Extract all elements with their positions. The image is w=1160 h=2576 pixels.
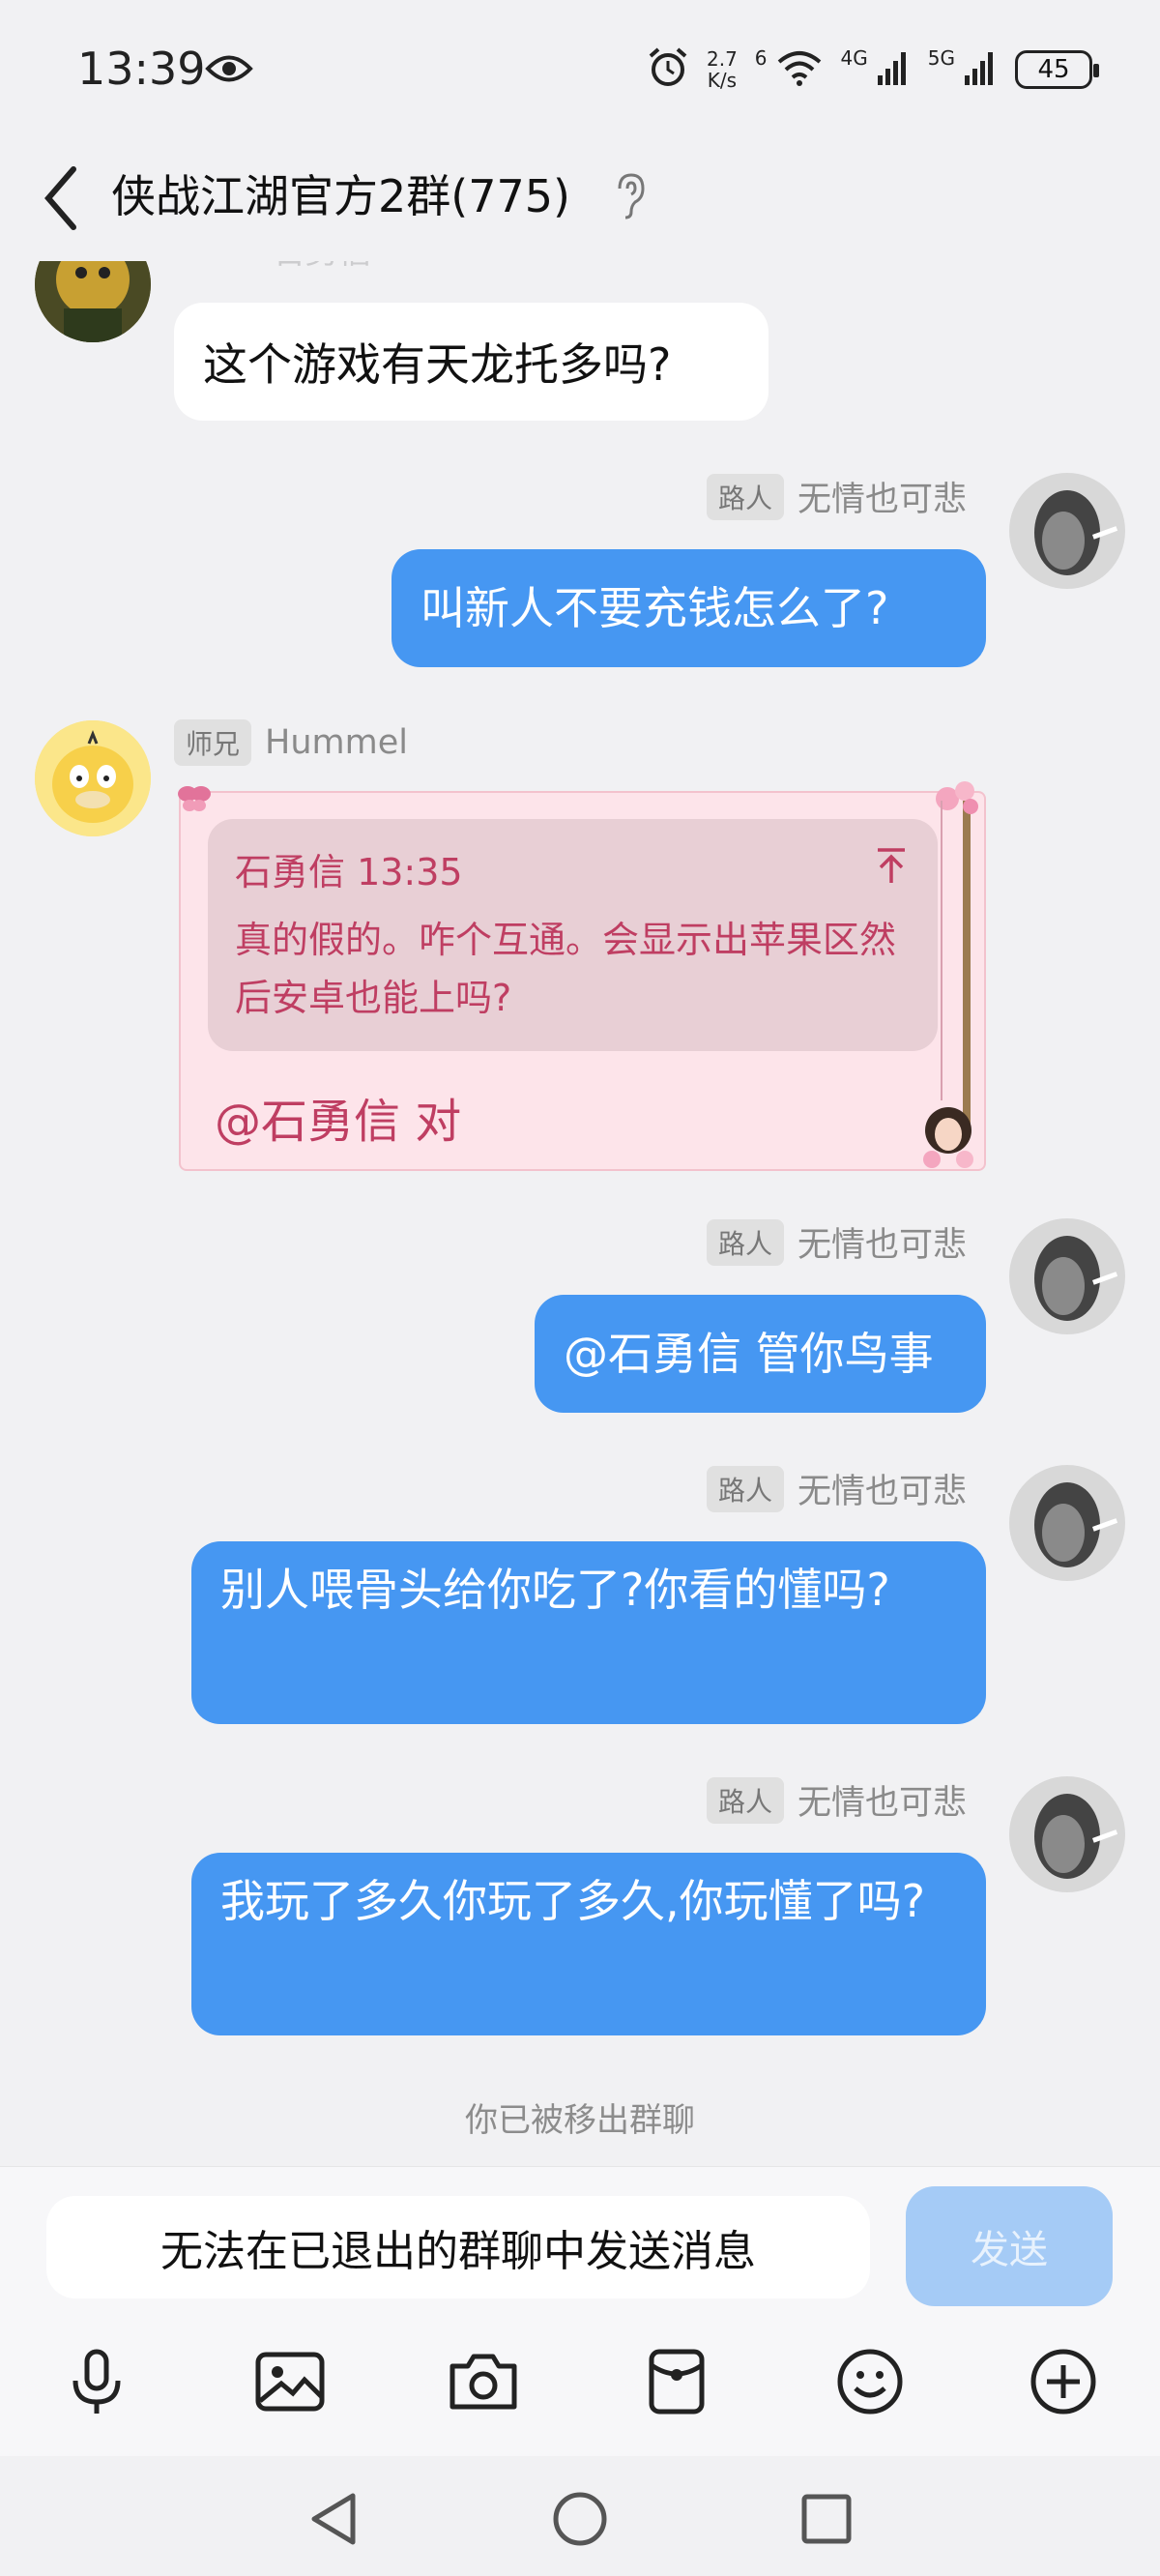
system-note: 你已被移出群聊 (465, 2101, 695, 2140)
message-bubble[interactable]: @石勇信 管你鸟事 (535, 1295, 986, 1413)
back-icon[interactable] (39, 160, 81, 241)
system-nav-bar (0, 2456, 1160, 2576)
member-badge: 路人 (707, 1218, 785, 1266)
avatar-decoration-icon (914, 1098, 982, 1175)
nav-home-icon[interactable] (546, 2485, 614, 2553)
sender-name: 无情也可悲 (798, 1784, 968, 1823)
member-badge: 路人 (707, 1776, 785, 1824)
signal-icon (963, 48, 998, 91)
jump-to-quote-icon[interactable] (874, 846, 909, 889)
sender-header: 师兄 Hummel (174, 719, 408, 766)
avatar[interactable] (1009, 1465, 1125, 1581)
red-packet-icon[interactable] (638, 2343, 715, 2420)
network-label-1: 4G (840, 46, 868, 70)
sender-header: 路人 无情也可悲 (707, 1464, 967, 1513)
avatar[interactable] (1009, 1218, 1125, 1334)
member-badge: 路人 (707, 1465, 785, 1512)
status-bar: 13:39 2.7 K/s 6 4G 5G 45 (0, 0, 1160, 140)
network-label-2: 5G (927, 46, 955, 70)
status-icons: 2.7 K/s 6 4G 5G 45 (647, 43, 1099, 97)
quote-text: 真的假的。咋个互通。会显示出苹果区然后安卓也能上吗? (235, 919, 897, 1019)
avatar[interactable] (35, 720, 151, 836)
ear-icon[interactable] (614, 171, 647, 225)
sender-header: 路人 无情也可悲 (707, 1775, 967, 1825)
sender-name: 无情也可悲 (798, 481, 968, 519)
message-bubble[interactable]: 叫新人不要充钱怎么了? (392, 549, 986, 667)
reply-text: @石勇信 对 (215, 1095, 462, 1149)
member-badge: 路人 (707, 473, 785, 520)
plus-icon[interactable] (1025, 2343, 1102, 2420)
avatar[interactable] (1009, 1776, 1125, 1892)
speed-value: 2.7 (706, 47, 738, 71)
sender-header: 路人 无情也可悲 (707, 1217, 967, 1267)
signal-icon (876, 48, 911, 91)
message-bubble[interactable]: 我玩了多久你玩了多久,你玩懂了吗? (191, 1853, 986, 2035)
sender-name: 无情也可悲 (798, 1226, 968, 1265)
image-icon[interactable] (251, 2343, 329, 2420)
send-button[interactable]: 发送 (906, 2186, 1113, 2306)
wifi-label: 6 (754, 46, 768, 70)
title-bar: 侠战江湖官方2群(775) (0, 140, 1160, 261)
quote-header: 石勇信 13:35 (235, 851, 463, 893)
emoji-icon[interactable] (831, 2343, 909, 2420)
sender-name: Hummel (265, 723, 408, 762)
camera-icon[interactable] (445, 2343, 522, 2420)
butterfly-icon (175, 779, 214, 822)
status-time: 13:39 (77, 43, 206, 95)
sender-name: 无情也可悲 (798, 1473, 968, 1511)
eye-icon (205, 52, 253, 89)
microphone-icon[interactable] (58, 2343, 135, 2420)
battery-indicator: 45 (1015, 50, 1099, 89)
speed-unit: K/s (707, 69, 738, 92)
chat-title: 侠战江湖官方2群(775) (111, 170, 570, 222)
message-bubble[interactable]: 这个游戏有天龙托多吗? (174, 303, 768, 421)
network-speed: 2.7 K/s (707, 48, 738, 91)
message-input[interactable]: 无法在已退出的群聊中发送消息 (46, 2196, 870, 2298)
sender-header: 路人 无情也可悲 (707, 472, 967, 521)
alarm-icon (647, 46, 689, 93)
message-bubble[interactable]: 别人喂骨头给你吃了?你看的懂吗? (191, 1541, 986, 1724)
wifi-icon (775, 48, 824, 91)
member-badge: 师兄 (174, 719, 252, 766)
avatar[interactable] (1009, 473, 1125, 589)
reply-bubble[interactable]: 石勇信 13:35 真的假的。咋个互通。会显示出苹果区然后安卓也能上吗? @石勇… (178, 781, 986, 1171)
input-area: 无法在已退出的群聊中发送消息 发送 (0, 2166, 1160, 2456)
toolbar (0, 2322, 1160, 2438)
nav-recents-icon[interactable] (793, 2485, 860, 2553)
quoted-message[interactable]: 石勇信 13:35 真的假的。咋个互通。会显示出苹果区然后安卓也能上吗? (208, 819, 938, 1051)
nav-back-icon[interactable] (300, 2485, 367, 2553)
